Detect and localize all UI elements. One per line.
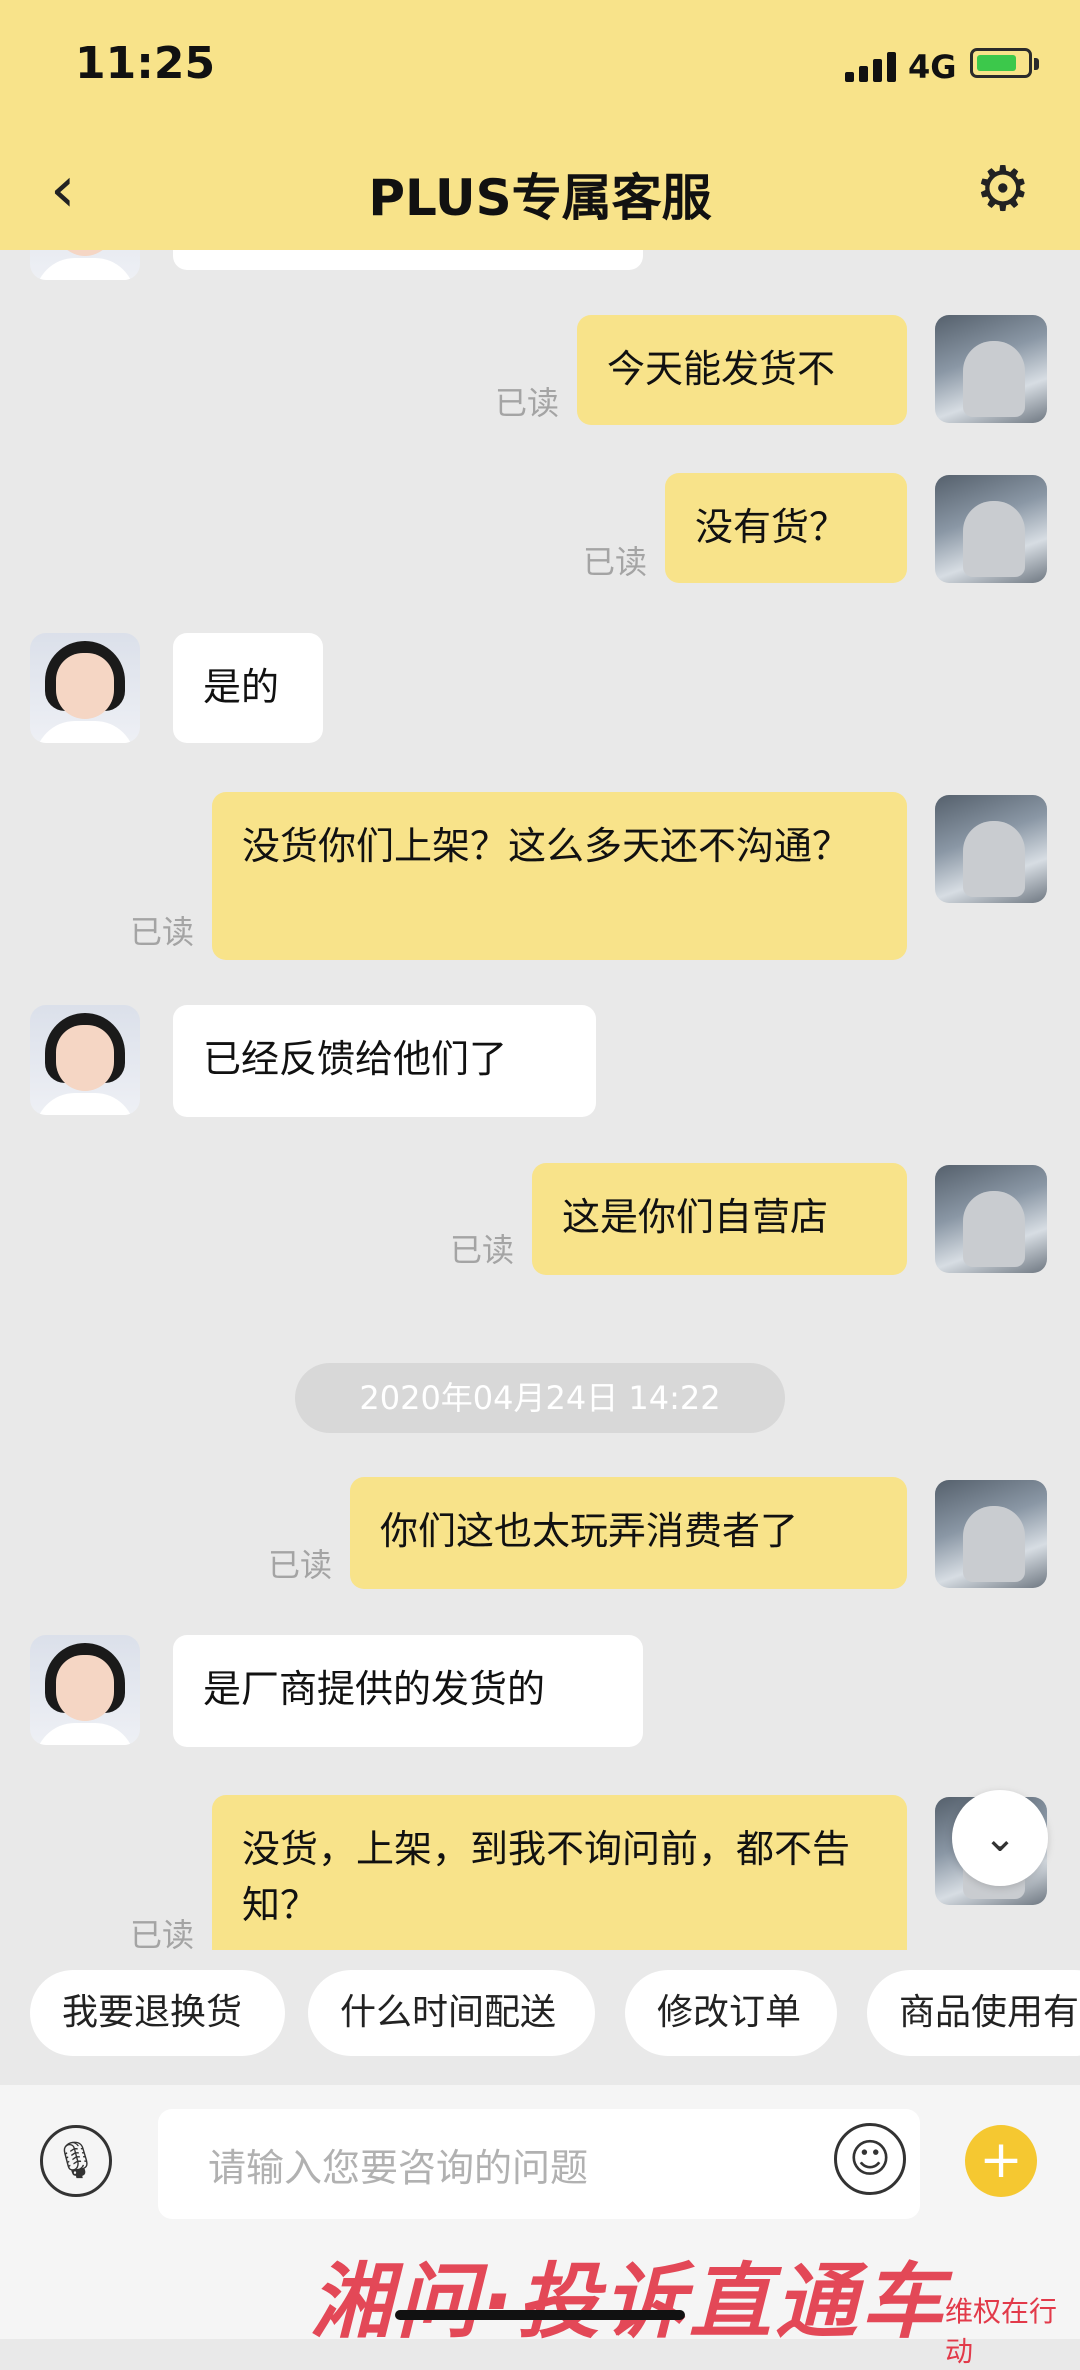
message-bubble-user: 没货，上架，到我不询问前，都不告知？ xyxy=(212,1795,907,1950)
message-bubble-agent: 是的 xyxy=(173,633,323,743)
input-placeholder: 请输入您要咨询的问题 xyxy=(208,2146,589,2190)
emoji-icon[interactable]: ☺ xyxy=(834,2123,906,2195)
user-avatar xyxy=(935,1480,1047,1588)
message-bubble-user: 你们这也太玩弄消费者了 xyxy=(350,1477,907,1589)
status-bar: 11:25 4G xyxy=(0,0,1080,130)
user-avatar xyxy=(935,315,1047,423)
message-input[interactable]: 请输入您要咨询的问题 xyxy=(158,2109,920,2219)
page-title: PLUS专属客服 xyxy=(368,169,712,227)
agent-avatar xyxy=(30,250,140,280)
quick-reply-bar[interactable]: 我要退换货 什么时间配送 修改订单 商品使用有 xyxy=(0,1955,1080,2075)
agent-avatar xyxy=(30,633,140,743)
user-avatar xyxy=(935,1165,1047,1273)
status-time: 11:25 xyxy=(75,38,216,89)
read-receipt: 已读 xyxy=(130,1916,195,1950)
user-avatar xyxy=(935,475,1047,583)
watermark-logo: 湘问·投诉直通车 xyxy=(310,2255,948,2350)
home-indicator xyxy=(395,2310,685,2320)
agent-avatar xyxy=(30,1635,140,1745)
read-receipt: 已读 xyxy=(268,1546,333,1584)
quick-reply-chip[interactable]: 商品使用有 xyxy=(867,1970,1080,2056)
user-avatar xyxy=(935,795,1047,903)
timestamp-divider: 2020年04月24日 14:22 xyxy=(295,1363,785,1433)
quick-reply-chip[interactable]: 修改订单 xyxy=(625,1970,837,2056)
battery-icon xyxy=(970,48,1032,78)
quick-reply-chip[interactable]: 我要退换货 xyxy=(30,1970,285,2056)
microphone-icon[interactable]: 🎙 xyxy=(40,2125,112,2197)
signal-icon xyxy=(845,52,897,82)
message-bubble-user: 这是你们自营店 xyxy=(532,1163,907,1275)
read-receipt: 已读 xyxy=(495,384,560,422)
scroll-to-bottom-button[interactable]: ⌄ xyxy=(952,1790,1048,1886)
network-type: 4G xyxy=(908,48,957,86)
watermark-subtitle: 维权在行动 xyxy=(945,2295,1058,2368)
double-chevron-down-icon: ⌄ xyxy=(983,1815,1017,1861)
read-receipt: 已读 xyxy=(450,1231,515,1269)
message-bubble-user: 今天能发货不 xyxy=(577,315,907,425)
read-receipt: 已读 xyxy=(583,543,648,581)
message-bubble-user: 没有货？ xyxy=(665,473,907,583)
chat-list[interactable]: 已读 今天能发货不 已读 没有货？ 是的 已读 没货你们上架？这么多天还不沟通？… xyxy=(0,250,1080,1950)
message-bubble-user: 没货你们上架？这么多天还不沟通？ xyxy=(212,792,907,960)
message-bubble-agent: 已经反馈给他们了 xyxy=(173,1005,596,1117)
agent-avatar xyxy=(30,1005,140,1115)
nav-bar: ‹ PLUS专属客服 ⚙ xyxy=(0,130,1080,250)
message-bubble-agent xyxy=(173,250,643,270)
message-bubble-agent: 是厂商提供的发货的 xyxy=(173,1635,643,1747)
read-receipt: 已读 xyxy=(130,913,195,951)
gear-icon[interactable]: ⚙ xyxy=(975,158,1031,220)
quick-reply-chip[interactable]: 什么时间配送 xyxy=(308,1970,595,2056)
plus-icon[interactable]: + xyxy=(965,2125,1037,2197)
